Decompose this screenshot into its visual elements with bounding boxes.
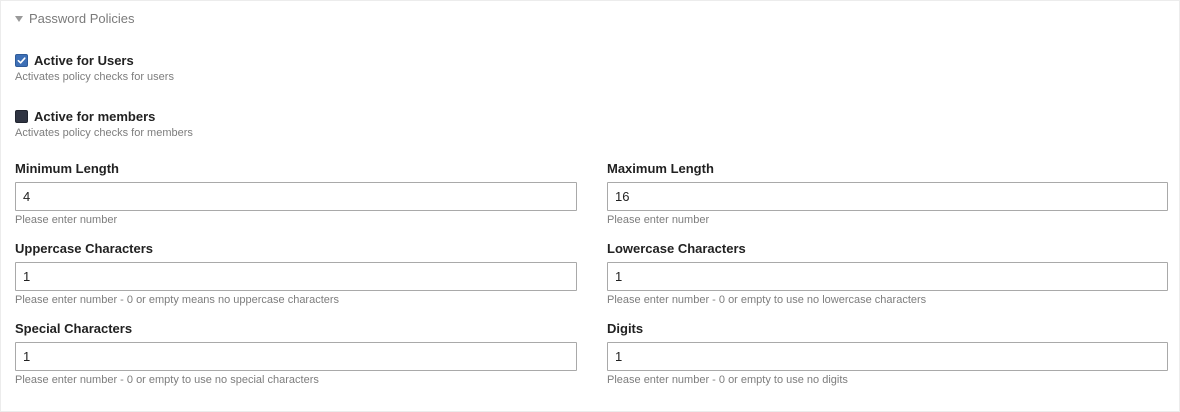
uppercase-characters-input[interactable] (15, 262, 577, 291)
section-title: Password Policies (29, 11, 135, 26)
maximum-length-input[interactable] (607, 182, 1168, 211)
active-for-users-label[interactable]: Active for Users (34, 53, 134, 68)
minimum-length-input[interactable] (15, 182, 577, 211)
caret-down-icon (15, 16, 23, 22)
lowercase-characters-help: Please enter number - 0 or empty to use … (607, 294, 927, 306)
active-for-members-checkbox[interactable] (15, 110, 28, 123)
active-for-members-help: Activates policy checks for members (15, 127, 193, 139)
digits-help: Please enter number - 0 or empty to use … (607, 374, 848, 386)
active-for-users-checkbox[interactable] (15, 54, 28, 67)
maximum-length-help: Please enter number (607, 214, 710, 226)
checkmark-icon (17, 57, 26, 64)
special-characters-help: Please enter number - 0 or empty to use … (15, 374, 319, 386)
active-for-members-row[interactable]: Active for members (15, 109, 155, 124)
special-characters-input[interactable] (15, 342, 577, 371)
uppercase-characters-help: Please enter number - 0 or empty means n… (15, 294, 340, 306)
digits-label: Digits (607, 321, 644, 336)
lowercase-characters-label: Lowercase Characters (607, 241, 746, 256)
digits-input[interactable] (607, 342, 1168, 371)
active-for-users-help: Activates policy checks for users (15, 71, 174, 83)
uppercase-characters-label: Uppercase Characters (15, 241, 154, 256)
active-for-members-label[interactable]: Active for members (34, 109, 155, 124)
section-toggle[interactable]: Password Policies (15, 11, 135, 26)
lowercase-characters-input[interactable] (607, 262, 1168, 291)
active-for-users-row[interactable]: Active for Users (15, 53, 134, 68)
minimum-length-help: Please enter number (15, 214, 118, 226)
minimum-length-label: Minimum Length (15, 161, 119, 176)
password-policies-panel: Password Policies Active for Users Activ… (0, 0, 1180, 412)
maximum-length-label: Maximum Length (607, 161, 714, 176)
special-characters-label: Special Characters (15, 321, 133, 336)
